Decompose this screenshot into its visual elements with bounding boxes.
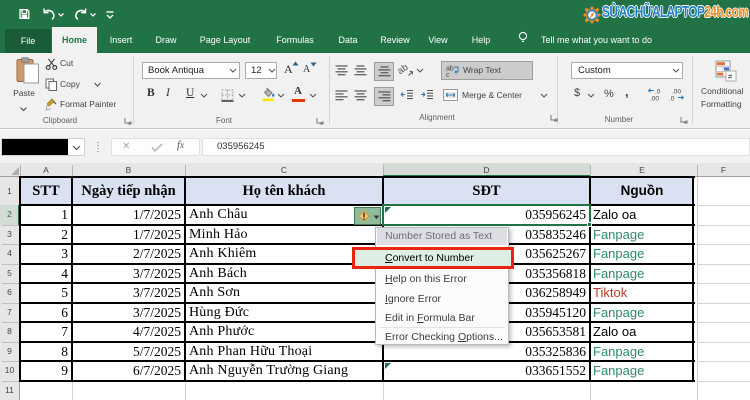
svg-text:ab: ab bbox=[398, 62, 410, 77]
svg-text:c: c bbox=[446, 72, 450, 77]
svg-text:≠: ≠ bbox=[728, 72, 733, 81]
svg-text:.0: .0 bbox=[655, 89, 661, 96]
svg-text:.00: .00 bbox=[650, 96, 659, 102]
svg-text:.00: .00 bbox=[672, 89, 681, 96]
svg-text:.0: .0 bbox=[669, 96, 675, 102]
